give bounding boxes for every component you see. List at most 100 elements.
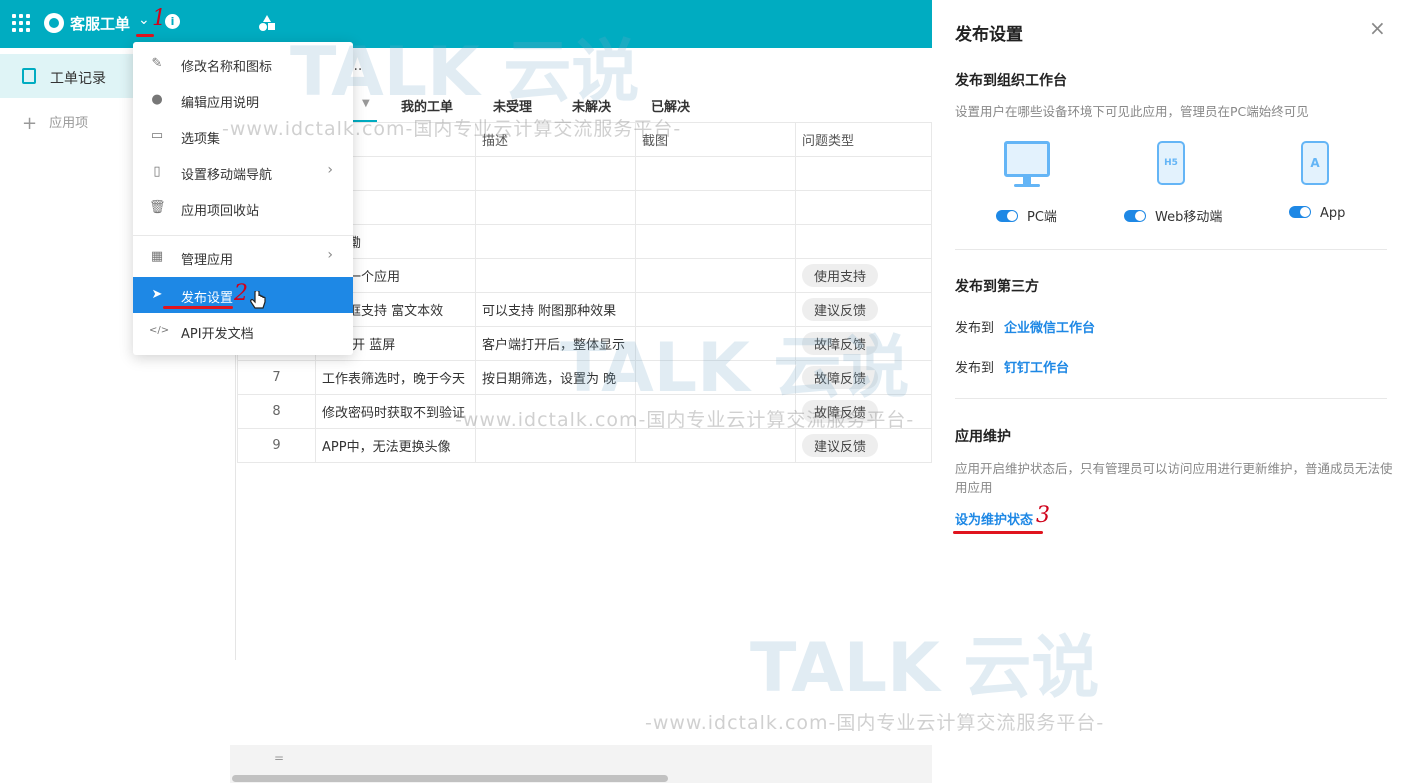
row-screenshot[interactable] bbox=[635, 258, 796, 293]
menu-item-edit-name-icon[interactable]: ✎ 修改名称和图标 bbox=[133, 46, 353, 82]
row-issue-type[interactable] bbox=[795, 190, 932, 225]
row-screenshot[interactable] bbox=[635, 156, 796, 191]
menu-item-edit-description[interactable]: ● 编辑应用说明 bbox=[133, 82, 353, 118]
device-label-web-mobile: Web移动端 bbox=[1155, 210, 1223, 225]
row-screenshot[interactable] bbox=[635, 292, 796, 327]
option-box-icon: ▭ bbox=[150, 128, 164, 143]
tab-resolved[interactable]: 已解决 bbox=[651, 96, 690, 115]
row-issue-type[interactable] bbox=[795, 156, 932, 191]
h5-phone-icon: H5 bbox=[1157, 141, 1185, 185]
add-app-item-label: 应用项 bbox=[49, 116, 89, 131]
row-number[interactable]: 7 bbox=[237, 360, 316, 395]
menu-item-option-sets[interactable]: ▭ 选项集 bbox=[133, 118, 353, 154]
annotation-underline-3 bbox=[953, 531, 1043, 534]
device-label-pc: PC端 bbox=[1027, 210, 1057, 225]
close-icon[interactable]: × bbox=[1369, 16, 1386, 40]
sidebar-item-label: 工单记录 bbox=[50, 71, 106, 87]
row-description[interactable] bbox=[475, 156, 636, 191]
table-row[interactable]: 8 修改密码时获取不到验证 故障反馈 bbox=[237, 394, 932, 429]
apps-grid-icon[interactable] bbox=[12, 14, 30, 32]
tab-unresolved[interactable]: 未解决 bbox=[572, 96, 611, 115]
row-number[interactable]: 8 bbox=[237, 394, 316, 429]
row-issue-type[interactable]: 故障反馈 bbox=[795, 326, 932, 361]
column-header-issue-type[interactable]: 问题类型 bbox=[795, 122, 932, 157]
pc-toggle-switch[interactable] bbox=[996, 210, 1018, 222]
desktop-monitor-icon bbox=[1004, 141, 1050, 177]
app-title[interactable]: 客服工单 bbox=[70, 13, 130, 34]
grid-blocks-icon: ▦ bbox=[150, 249, 164, 264]
device-label-app: App bbox=[1320, 206, 1346, 221]
row-screenshot[interactable] bbox=[635, 190, 796, 225]
row-issue-type[interactable]: 故障反馈 bbox=[795, 394, 932, 429]
app-toggle-switch[interactable] bbox=[1289, 206, 1311, 218]
top-bar: 客服工单 ⌄ i bbox=[0, 0, 932, 48]
set-maintenance-link[interactable]: 设为维护状态 bbox=[955, 509, 1033, 528]
annotation-step-2: 2 bbox=[234, 281, 248, 306]
caret-down-icon[interactable]: ▼ bbox=[362, 98, 370, 109]
row-number[interactable]: 9 bbox=[237, 428, 316, 463]
column-header-description[interactable]: 描述 bbox=[475, 122, 636, 157]
hand-cursor-icon bbox=[250, 291, 266, 309]
row-issue-type[interactable]: 建议反馈 bbox=[795, 428, 932, 463]
add-app-item-button[interactable]: + 应用项 bbox=[22, 112, 88, 134]
app-menu-chevron-icon[interactable]: ⌄ bbox=[138, 12, 150, 28]
wecom-workbench-link[interactable]: 企业微信工作台 bbox=[1004, 321, 1095, 336]
plus-icon: + bbox=[22, 113, 38, 134]
table-row[interactable]: 7 工作表筛选时，晚于今天 按日期筛选，设置为 晚 故障反馈 bbox=[237, 360, 932, 395]
menu-item-api-docs[interactable]: </> API开发文档 bbox=[133, 313, 353, 349]
device-toggle-pc[interactable]: PC端 bbox=[996, 206, 1057, 225]
row-screenshot[interactable] bbox=[635, 326, 796, 361]
row-screenshot[interactable] bbox=[635, 360, 796, 395]
menu-divider bbox=[133, 235, 353, 236]
menu-item-mobile-navigation[interactable]: ▯ 设置移动端导航 › bbox=[133, 154, 353, 190]
table-row[interactable]: 9 APP中，无法更换头像 建议反馈 bbox=[237, 428, 932, 463]
menu-item-manage-app[interactable]: ▦ 管理应用 › bbox=[133, 239, 353, 275]
tab-unaccepted[interactable]: 未受理 bbox=[493, 96, 532, 115]
row-description[interactable] bbox=[475, 224, 636, 259]
row-description[interactable] bbox=[475, 394, 636, 429]
menu-item-label: API开发文档 bbox=[181, 327, 254, 342]
info-icon[interactable]: i bbox=[165, 14, 180, 29]
row-description[interactable] bbox=[475, 190, 636, 225]
org-workbench-description: 设置用户在哪些设备环境下可见此应用，管理员在PC端始终可见 bbox=[955, 104, 1309, 119]
row-issue-type[interactable]: 故障反馈 bbox=[795, 360, 932, 395]
publish-settings-panel: 发布设置 × 发布到组织工作台 设置用户在哪些设备环境下可见此应用，管理员在PC… bbox=[932, 0, 1423, 783]
row-screenshot[interactable] bbox=[635, 428, 796, 463]
annotation-underline-1 bbox=[136, 34, 154, 37]
issue-type-tag: 故障反馈 bbox=[802, 400, 879, 423]
section-divider bbox=[955, 249, 1387, 250]
issue-type-tag: 使用支持 bbox=[802, 264, 879, 287]
tab-my-tickets[interactable]: 我的工单 bbox=[401, 96, 453, 115]
row-issue-type[interactable]: 建议反馈 bbox=[795, 292, 932, 327]
row-screenshot[interactable] bbox=[635, 224, 796, 259]
drag-handle-icon[interactable]: = bbox=[274, 751, 284, 765]
row-screenshot[interactable] bbox=[635, 394, 796, 429]
row-issue-type[interactable] bbox=[795, 224, 932, 259]
column-header-screenshot[interactable]: 截图 bbox=[635, 122, 796, 157]
maintenance-description: 应用开启维护状态后，只有管理员可以访问应用进行更新维护，普通成员无法使用应用 bbox=[955, 461, 1393, 495]
menu-item-label: 应用项回收站 bbox=[181, 204, 260, 219]
row-description[interactable] bbox=[475, 428, 636, 463]
device-toggle-app[interactable]: App bbox=[1289, 206, 1345, 221]
row-title[interactable]: 工作表筛选时，晚于今天 bbox=[315, 360, 476, 395]
row-title[interactable]: APP中，无法更换头像 bbox=[315, 428, 476, 463]
device-toggle-web-mobile[interactable]: Web移动端 bbox=[1124, 206, 1222, 225]
row-description[interactable]: 按日期筛选，设置为 晚 bbox=[475, 360, 636, 395]
row-description[interactable]: 客户端打开后，整体显示 bbox=[475, 326, 636, 361]
org-workbench-heading: 发布到组织工作台 bbox=[955, 73, 1067, 89]
menu-item-recycle-bin[interactable]: 🗑 应用项回收站 bbox=[133, 190, 353, 226]
row-description[interactable] bbox=[475, 258, 636, 293]
publish-dingtalk-row: 发布到 钉钉工作台 bbox=[955, 357, 1069, 376]
row-issue-type[interactable]: 使用支持 bbox=[795, 258, 932, 293]
dingtalk-workbench-link[interactable]: 钉钉工作台 bbox=[1004, 361, 1069, 376]
menu-item-label: 设置移动端导航 bbox=[181, 168, 273, 183]
web-mobile-toggle-switch[interactable] bbox=[1124, 210, 1146, 222]
monitor-base bbox=[1014, 184, 1040, 187]
shapes-icon[interactable] bbox=[258, 14, 276, 32]
horizontal-scrollbar[interactable] bbox=[232, 775, 668, 782]
row-description[interactable]: 可以支持 附图那种效果 bbox=[475, 292, 636, 327]
row-title[interactable]: 修改密码时获取不到验证 bbox=[315, 394, 476, 429]
issue-type-tag: 建议反馈 bbox=[802, 434, 879, 457]
info-circle-icon: ● bbox=[151, 92, 163, 107]
mobile-phone-icon: ▯ bbox=[153, 164, 161, 179]
